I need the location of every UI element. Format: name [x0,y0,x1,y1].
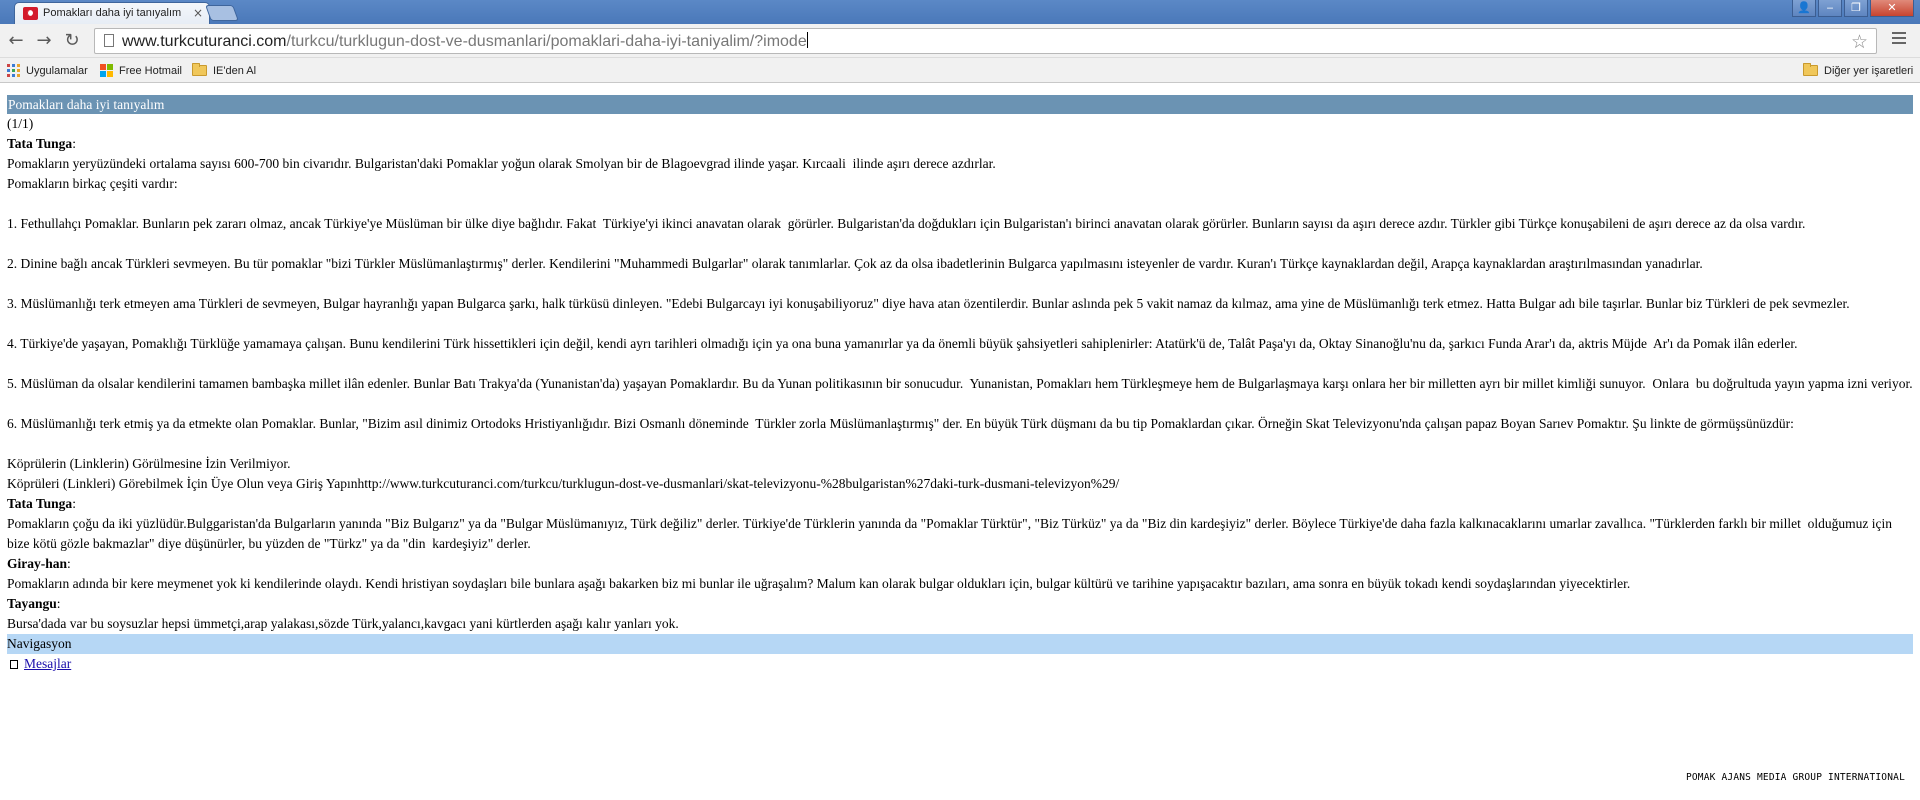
post-author: Tata Tunga: [7,496,76,511]
post: Tata Tunga: Pomakların çoğu da iki yüzlüd… [7,494,1913,554]
chrome-menu-icon[interactable] [1892,32,1906,47]
post-text-line: 3. Müslümanlığı terk etmeyen ama Türkler… [7,296,1850,311]
post-author-name: Tata Tunga [7,496,73,511]
folder-icon [192,63,207,76]
messages-link[interactable]: Mesajlar [24,654,71,674]
bookmark-label: Free Hotmail [119,64,182,77]
messages-row: Mesajlar [7,654,1913,674]
post-text-line: Bursa'dada var bu soysuzlar hepsi ümmetç… [7,616,679,631]
forward-icon[interactable]: → [34,31,54,51]
bullet-box-icon [10,659,18,669]
address-bar[interactable]: www.turkcuturanci.com/turkcu/turklugun-d… [94,28,1877,54]
post-author-name: Tata Tunga [7,136,73,151]
bookmark-label: Uygulamalar [26,64,88,77]
post-author: Tayangu: [7,596,61,611]
post-text-line: Pomakların çoğu da iki yüzlüdür.Bulggari… [7,516,1896,551]
tab-strip: Pomakları daha iyi tanıyalım × 👤 ‒ ❐ ✕ [0,0,1920,24]
folder-icon [1803,63,1818,76]
user-icon[interactable]: 👤 [1792,0,1816,17]
turkish-flag-favicon-icon [23,7,38,20]
back-icon[interactable]: ← [6,31,26,51]
thread-title: Pomakları daha iyi tanıyalım [7,95,1913,114]
tab-title: Pomakları daha iyi tanıyalım [43,7,182,19]
address-url[interactable]: www.turkcuturanci.com/turkcu/turklugun-d… [122,32,808,51]
new-tab-button[interactable] [205,5,239,21]
windows-icon [100,64,113,77]
post-text-line: Pomakların adında bir kere meymenet yok … [7,576,1631,591]
browser-toolbar: ← → ↻ www.turkcuturanci.com/turkcu/turkl… [0,24,1920,58]
url-host: www.turkcuturanci.com [122,33,287,50]
footer-brand: POMAK AJANS MEDIA GROUP INTERNATIONAL [1685,772,1905,783]
post-text-line: 1. Fethullahçı Pomaklar. Bunların pek za… [7,216,1806,231]
post-text-line: Köprüleri (Linkleri) Görebilmek İçin Üye… [7,476,1120,491]
post-text-line: 6. Müslümanlığı terk etmiş ya da etmekte… [7,416,1794,431]
url-path: /turkcu/turklugun-dost-ve-dusmanlari/pom… [286,33,807,50]
page-viewport: Pomakları daha iyi tanıyalım (1/1) Tata … [0,84,1920,800]
apps-icon [7,64,20,77]
browser-tab-active[interactable]: Pomakları daha iyi tanıyalım × [14,2,210,24]
post-author-name: Tayangu [7,596,57,611]
bookmarks-bar: Uygulamalar Free Hotmail IE'den Al Diğer… [0,58,1920,83]
navigation-header: Navigasyon [7,634,1913,654]
tab-close-icon[interactable]: × [193,6,203,20]
other-bookmarks[interactable]: Diğer yer işaretleri [1803,63,1913,78]
close-window-button[interactable]: ✕ [1870,0,1914,17]
reload-icon[interactable]: ↻ [62,31,82,51]
minimize-button[interactable]: ‒ [1818,0,1842,17]
post-author: Tata Tunga: [7,136,76,151]
bookmark-free-hotmail[interactable]: Free Hotmail [100,63,182,78]
text-cursor [806,32,808,48]
post-list: Tata Tunga: Pomakların yeryüzündeki ortal… [7,134,1913,634]
post-text-line: 2. Dinine bağlı ancak Türkleri sevmeyen.… [7,256,1703,271]
bookmark-star-icon[interactable]: ☆ [1851,31,1868,53]
post-text-line: 5. Müslüman da olsalar kendilerini tamam… [7,376,1913,391]
bookmark-ie-import[interactable]: IE'den Al [192,63,256,78]
post-text-line: Pomakların yeryüzündeki ortalama sayısı … [7,156,996,171]
post-author-name: Giray-han [7,556,68,571]
pagination: (1/1) [7,116,34,131]
page-icon [104,34,114,47]
post: Tata Tunga: Pomakların yeryüzündeki ortal… [7,134,1913,494]
post-text-line: Pomakların birkaç çeşiti vardır: [7,176,178,191]
thread-content: Pomakları daha iyi tanıyalım (1/1) Tata … [7,95,1913,674]
post-text-line: 4. Türkiye'de yaşayan, Pomaklığı Türklüğ… [7,336,1798,351]
post-author: Giray-han: [7,556,71,571]
window-controls: 👤 ‒ ❐ ✕ [1792,0,1914,18]
bookmark-apps[interactable]: Uygulamalar [7,63,88,78]
other-bookmarks-label: Diğer yer işaretleri [1824,64,1914,77]
restore-button[interactable]: ❐ [1844,0,1868,17]
post-text-line: Köprülerin (Linklerin) Görülmesine İzin … [7,456,291,471]
post: Tayangu: Bursa'dada var bu soysuzlar heps… [7,594,1913,634]
post: Giray-han: Pomakların adında bir kere mey… [7,554,1913,594]
bookmark-label: IE'den Al [213,64,257,77]
